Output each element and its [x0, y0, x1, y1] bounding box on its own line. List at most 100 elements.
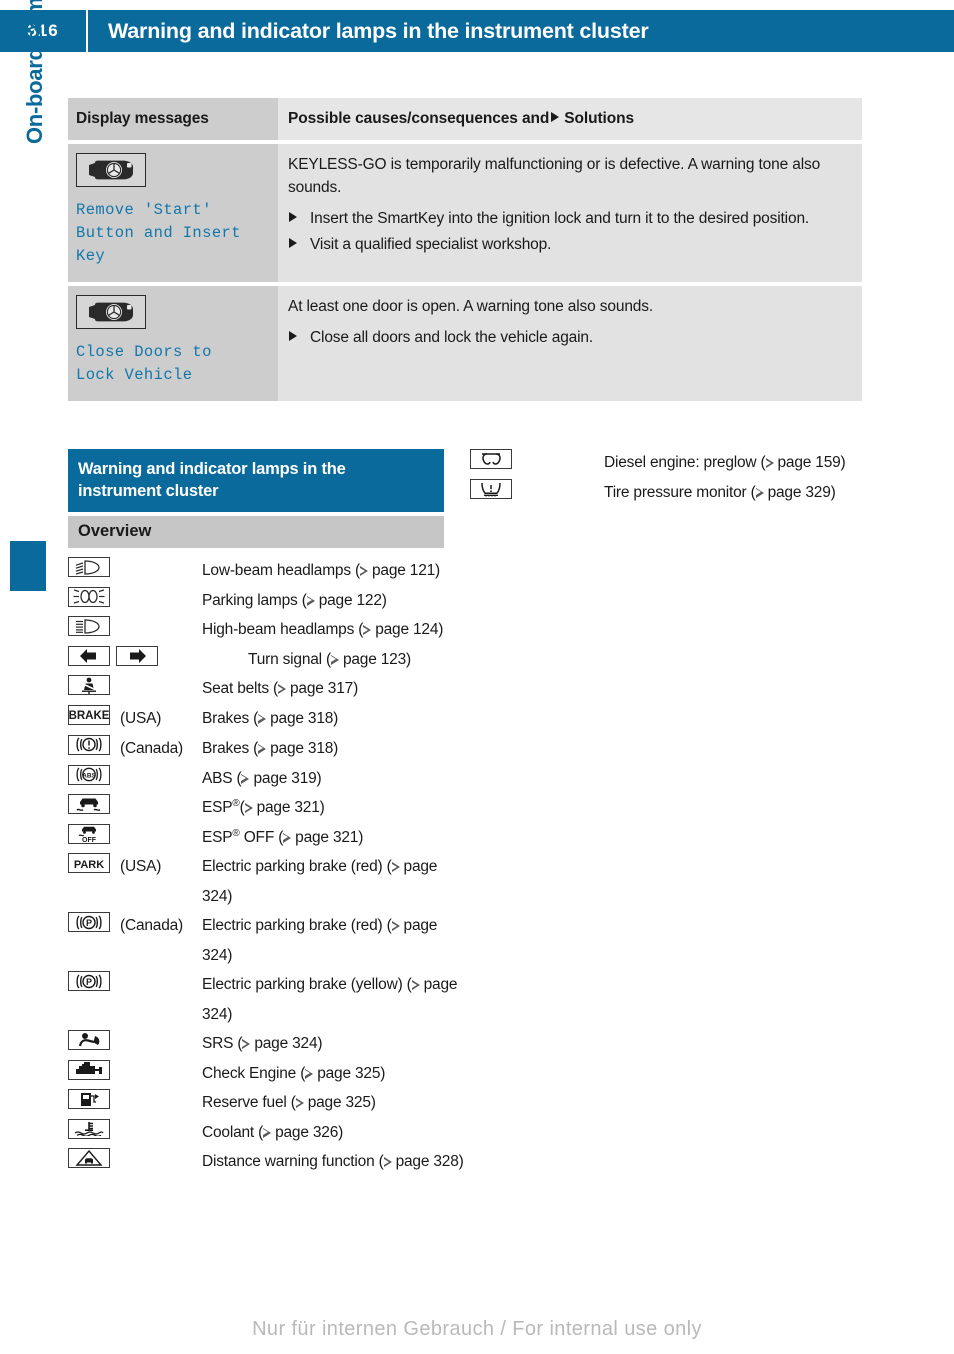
esp-off-icon: OFF	[68, 823, 110, 844]
overview-item-description: Electric parking brake (yellow) (page 32…	[202, 976, 458, 1023]
svg-text:BRAKE: BRAKE	[69, 710, 109, 722]
reserve-fuel-icon	[68, 1089, 110, 1109]
page-reference-triangle-icon	[383, 1157, 393, 1167]
overview-list-item: P (Canada) Electric parking brake (red) (p…	[68, 911, 468, 970]
table-header-cell-messages: Display messages	[68, 98, 278, 140]
page-reference-triangle-icon	[359, 566, 369, 576]
overview-item-icons	[68, 556, 114, 577]
bullet-triangle-icon	[289, 331, 297, 341]
svg-text:ABS: ABS	[82, 773, 96, 780]
svg-text:P: P	[86, 977, 92, 987]
overview-list-item: OFF ESP® OFF (page 321)	[68, 823, 468, 853]
overview-item-description: SRS (page 324)	[202, 1035, 323, 1052]
page-reference-triangle-icon	[295, 1098, 305, 1108]
overview-list-item: Low-beam headlamps (page 121)	[68, 556, 468, 586]
overview-list-item: P Electric parking brake (yellow) (page 3…	[68, 970, 468, 1029]
overview-item-icons: BRAKE	[68, 704, 114, 725]
page-reference-triangle-icon	[391, 921, 401, 931]
overview-item-description: High-beam headlamps (page 124)	[202, 621, 444, 638]
bullet-triangle-icon	[289, 238, 297, 248]
brake-usa-icon: BRAKE	[68, 704, 110, 725]
page-header-bar: 316 Warning and indicator lamps in the i…	[0, 10, 954, 52]
table-cell-message: Close Doors to Lock Vehicle	[68, 286, 278, 401]
overview-subheading: Overview	[68, 516, 444, 548]
column-header-solutions: Solutions	[564, 110, 634, 127]
overview-item-description: Low-beam headlamps (page 121)	[202, 562, 440, 579]
solution-item: Insert the SmartKey into the ignition lo…	[288, 207, 848, 230]
solution-item: Close all doors and lock the vehicle aga…	[288, 326, 848, 349]
column-header-display-messages: Display messages	[76, 110, 209, 127]
overview-item-description: Parking lamps (page 122)	[202, 591, 387, 609]
srs-airbag-icon	[68, 1030, 110, 1050]
overview-item-description: ABS (page 319)	[202, 769, 322, 787]
overview-list-item: SRS (page 324)	[68, 1029, 468, 1059]
page-reference-triangle-icon	[283, 832, 292, 843]
overview-list-item: High-beam headlamps (page 124)	[68, 615, 468, 645]
table-cell-message: Remove 'Start' Button and Insert Key	[68, 144, 278, 282]
abs-icon: ABS	[68, 764, 110, 785]
overview-item-icons: ABS	[68, 764, 114, 785]
distance-warning-icon	[68, 1148, 110, 1168]
overview-list-item: Tire pressure monitor (page 329)	[470, 478, 870, 508]
overview-item-icons	[470, 448, 516, 469]
footer-watermark: Nur für internen Gebrauch / For internal…	[252, 1318, 702, 1340]
turn-signal-right-icon	[116, 645, 158, 666]
page-reference-triangle-icon	[263, 1127, 272, 1138]
section-heading: Warning and indicator lamps in the instr…	[68, 449, 444, 512]
solution-list: Close all doors and lock the vehicle aga…	[288, 326, 848, 349]
bullet-triangle-icon	[289, 212, 297, 222]
overview-list-item: PARK (USA) Electric parking brake (red) (p…	[68, 852, 468, 911]
overview-list-item: Distance warning function (page 328)	[68, 1147, 468, 1177]
overview-item-description: Seat belts (page 317)	[202, 680, 359, 697]
overview-item-description: Tire pressure monitor (page 329)	[604, 483, 836, 501]
overview-item-region: (USA)	[120, 709, 162, 727]
page-reference-triangle-icon	[241, 773, 250, 784]
overview-list-item: Parking lamps (page 122)	[68, 586, 468, 616]
solution-item: Visit a qualified specialist workshop.	[288, 233, 848, 256]
page-reference-triangle-icon	[306, 595, 316, 606]
page-reference-triangle-icon	[258, 743, 267, 754]
table-header-row: Display messages Possible causes/consequ…	[68, 98, 862, 140]
overview-list-right: Diesel engine: preglow (page 159) Tire pr…	[470, 448, 870, 507]
page-reference-triangle-icon	[411, 980, 421, 990]
chapter-tab-label: On-board computer and displays	[14, 0, 48, 144]
coolant-icon	[68, 1118, 110, 1139]
preglow-icon	[470, 449, 512, 469]
table-cell-solution: KEYLESS-GO is temporarily malfunctioning…	[278, 144, 862, 282]
parking-lamp-icon	[68, 586, 110, 607]
overview-item-icons	[68, 1059, 114, 1080]
overview-list-item: (Canada) Brakes (page 318)	[68, 734, 468, 764]
overview-list-item: BRAKE (USA) Brakes (page 318)	[68, 704, 468, 734]
overview-item-description: Distance warning function (page 328)	[202, 1153, 464, 1170]
park-yellow-icon: P	[68, 971, 110, 991]
overview-item-description: Brakes (page 318)	[202, 709, 339, 727]
overview-item-description: Diesel engine: preglow (page 159)	[604, 454, 846, 471]
park-canada-icon: P	[68, 912, 110, 932]
solution-list: Insert the SmartKey into the ignition lo…	[288, 207, 848, 256]
page-reference-triangle-icon	[363, 625, 372, 635]
overview-item-description: Electric parking brake (red) (page 324)	[202, 858, 438, 905]
overview-list-item: Reserve fuel (page 325)	[68, 1088, 468, 1118]
low-beam-headlamp-icon	[68, 557, 110, 577]
overview-item-description: ESP®(page 321)	[202, 797, 325, 816]
overview-item-description: Turn signal (page 123)	[248, 650, 411, 668]
overview-item-icons	[470, 478, 516, 499]
overview-item-region: (Canada)	[120, 917, 184, 934]
overview-item-description: ESP® OFF (page 321)	[202, 827, 364, 846]
check-engine-icon	[68, 1059, 110, 1080]
overview-item-icons	[68, 674, 114, 695]
overview-item-icons	[68, 1118, 114, 1139]
seat-belt-icon	[68, 675, 110, 695]
overview-list-item: Check Engine (page 325)	[68, 1059, 468, 1089]
brake-canada-icon	[68, 734, 110, 755]
column-header-causes: Possible causes/consequences and	[288, 110, 550, 127]
overview-item-description: Check Engine (page 325)	[202, 1064, 386, 1082]
overview-item-icons	[68, 645, 160, 666]
page-reference-triangle-icon	[242, 1039, 251, 1049]
page-reference-triangle-icon	[330, 654, 340, 665]
svg-text:P: P	[86, 918, 92, 928]
overview-item-description: Reserve fuel (page 325)	[202, 1094, 376, 1111]
chapter-tab-marker	[10, 541, 46, 591]
overview-item-icons	[68, 586, 114, 607]
solution-text: Visit a qualified specialist workshop.	[310, 236, 552, 253]
